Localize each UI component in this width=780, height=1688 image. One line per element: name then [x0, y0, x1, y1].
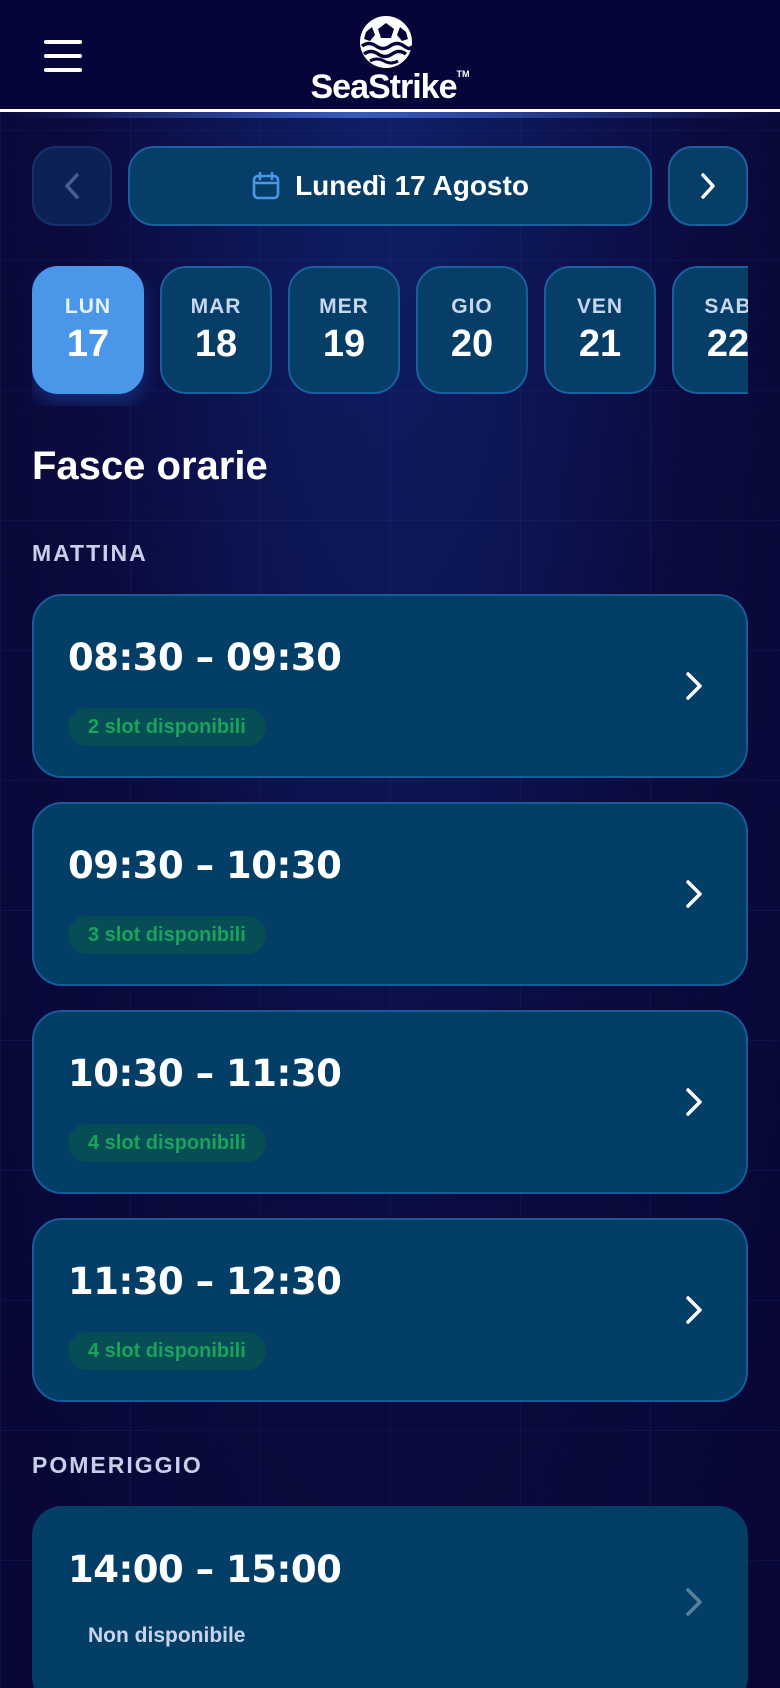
day-chip-ven[interactable]: VEN 21	[544, 266, 656, 394]
soccer-ball-wave-icon	[360, 16, 414, 68]
slot-time: 10:30 – 11:30	[68, 1052, 342, 1095]
day-number: 22	[706, 322, 748, 365]
day-selector-strip[interactable]: LUN 17 MAR 18 MER 19 GIO 20 VEN 21 SAB 2…	[32, 266, 748, 406]
header-glow	[0, 112, 780, 118]
day-chip-mer[interactable]: MER 19	[288, 266, 400, 394]
calendar-icon	[252, 171, 280, 200]
chevron-left-icon	[65, 173, 79, 199]
logo-text: SeaStrikeTM	[310, 68, 470, 106]
unavailable-status: Non disponibile	[88, 1624, 246, 1647]
day-chip-lun[interactable]: LUN 17	[32, 266, 144, 394]
previous-day-button[interactable]	[32, 146, 112, 226]
current-date-selector[interactable]: Lunedì 17 Agosto	[128, 146, 652, 226]
chevron-right-icon	[701, 173, 715, 199]
app-header: SeaStrikeTM	[0, 0, 780, 112]
section-title: Fasce orarie	[32, 444, 268, 488]
day-name: SAB	[704, 294, 748, 318]
day-chip-mar[interactable]: MAR 18	[160, 266, 272, 394]
chevron-right-icon	[686, 1588, 702, 1616]
day-number: 17	[66, 322, 110, 365]
day-name: LUN	[64, 294, 112, 318]
availability-badge: 2 slot disponibili	[68, 708, 266, 746]
current-date-label: Lunedì 17 Agosto	[295, 170, 529, 201]
day-name: VEN	[576, 294, 624, 318]
chevron-right-icon	[686, 880, 702, 908]
day-name: GIO	[451, 294, 493, 318]
slot-time: 08:30 – 09:30	[68, 636, 342, 679]
seastrike-logo[interactable]: SeaStrikeTM	[290, 12, 490, 106]
availability-badge: 4 slot disponibili	[68, 1124, 266, 1162]
next-day-button[interactable]	[668, 146, 748, 226]
time-slot-card[interactable]: 11:30 – 12:30 4 slot disponibili	[32, 1218, 748, 1402]
availability-badge: 3 slot disponibili	[68, 916, 266, 954]
slot-time: 09:30 – 10:30	[68, 844, 342, 887]
slot-time: 14:00 – 15:00	[68, 1548, 342, 1591]
time-slot-card[interactable]: 09:30 – 10:30 3 slot disponibili	[32, 802, 748, 986]
group-label-afternoon: POMERIGGIO	[32, 1452, 203, 1478]
time-slot-card-unavailable[interactable]: 14:00 – 15:00 Non disponibile	[32, 1506, 748, 1688]
chevron-right-icon	[686, 672, 702, 700]
chevron-right-icon	[686, 1296, 702, 1324]
time-slot-card[interactable]: 08:30 – 09:30 2 slot disponibili	[32, 594, 748, 778]
day-number: 18	[194, 322, 238, 365]
availability-badge: 4 slot disponibili	[68, 1332, 266, 1370]
day-name: MER	[319, 294, 369, 318]
chevron-right-icon	[686, 1088, 702, 1116]
day-chip-gio[interactable]: GIO 20	[416, 266, 528, 394]
day-number: 21	[578, 322, 622, 365]
day-number: 19	[322, 322, 366, 365]
day-chip-sab[interactable]: SAB 22	[672, 266, 748, 394]
hamburger-menu-icon[interactable]	[44, 40, 82, 72]
time-slot-card[interactable]: 10:30 – 11:30 4 slot disponibili	[32, 1010, 748, 1194]
day-number: 20	[450, 322, 494, 365]
day-name: MAR	[190, 294, 242, 318]
group-label-morning: MATTINA	[32, 540, 148, 566]
slot-time: 11:30 – 12:30	[68, 1260, 342, 1303]
